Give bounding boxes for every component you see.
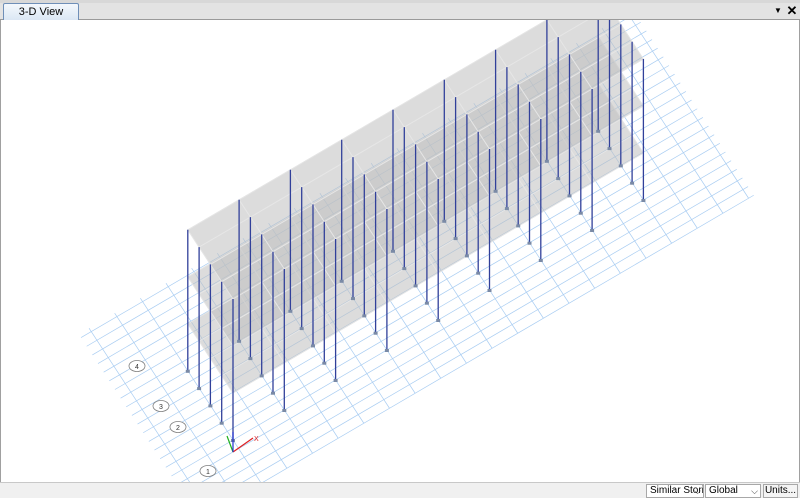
grid-bubble-1[interactable]: 1 <box>199 465 217 477</box>
column-support <box>259 374 264 378</box>
column-support <box>607 147 612 151</box>
column-support <box>436 319 441 322</box>
column-support <box>538 259 543 262</box>
grid-line-cross <box>631 20 749 199</box>
column-support <box>391 249 395 253</box>
coordinate-system-value: Global <box>709 485 738 496</box>
column-support <box>413 284 418 288</box>
column-support <box>271 391 275 395</box>
grid-bubble-2[interactable]: 2 <box>169 421 187 433</box>
column-support <box>578 211 583 215</box>
chevron-down-icon: ⌵ <box>694 486 701 496</box>
column-support <box>424 301 429 305</box>
grid-bubble-label: 1 <box>206 469 210 476</box>
column-support <box>596 129 601 133</box>
grid-bubble-label: 3 <box>159 404 163 411</box>
document-tab-strip: 3-D View ▼ ✕ <box>0 0 800 20</box>
column-support <box>453 237 458 241</box>
column-support <box>487 289 492 292</box>
column-support <box>590 229 595 232</box>
tab-3d-view[interactable]: 3-D View <box>3 3 79 20</box>
column-support <box>219 421 224 425</box>
tab-close-icon[interactable]: ✕ <box>786 4 798 18</box>
grid-bubble-label: 2 <box>176 425 180 432</box>
column-support <box>384 349 389 352</box>
column-support <box>442 219 447 223</box>
tab-pin-dropdown-icon[interactable]: ▼ <box>773 4 783 18</box>
story-selection-dropdown[interactable]: Similar Stories ⌵ <box>646 484 704 498</box>
column-support <box>493 189 498 193</box>
grid-bubble-label: 4 <box>135 364 139 371</box>
x-axis-label: X <box>254 436 259 443</box>
grid-bubbles: 4 3 2 1 <box>128 360 217 477</box>
column-support <box>197 387 202 391</box>
column-support <box>237 339 242 343</box>
column-support <box>339 279 344 283</box>
3d-model-viewport[interactable]: 4 3 2 1 X <box>0 20 800 482</box>
tab-strip-top-edge <box>0 0 800 3</box>
column-support <box>630 181 635 185</box>
column-support <box>556 177 561 181</box>
column-support <box>333 379 338 382</box>
column-support <box>288 309 293 313</box>
grid-bubble-3[interactable]: 3 <box>152 400 170 412</box>
column-support <box>567 194 572 198</box>
column-support <box>516 224 521 228</box>
column-support <box>527 241 532 245</box>
column-support <box>544 159 549 163</box>
column-support <box>504 207 509 211</box>
column-support <box>299 327 304 331</box>
model-canvas[interactable]: 4 3 2 1 X <box>1 20 800 482</box>
status-bar: Similar Stories ⌵ Global ⌵ Units... <box>0 482 800 498</box>
column-support <box>185 369 190 373</box>
column-support <box>402 267 407 271</box>
units-button[interactable]: Units... <box>763 484 798 498</box>
column-support <box>373 331 378 335</box>
column-support <box>362 314 367 318</box>
column-support <box>476 271 481 275</box>
column-support <box>618 164 623 168</box>
chevron-down-icon: ⌵ <box>751 486 758 496</box>
coordinate-system-dropdown[interactable]: Global ⌵ <box>705 484 761 498</box>
column-support <box>311 344 315 348</box>
column-support <box>322 361 327 365</box>
grid-bubble-4[interactable]: 4 <box>128 360 146 372</box>
column-support <box>641 199 646 202</box>
column-support <box>282 409 287 412</box>
column-support <box>351 297 355 301</box>
column-support <box>248 357 253 361</box>
column-support <box>208 404 213 408</box>
column-support <box>464 254 469 258</box>
